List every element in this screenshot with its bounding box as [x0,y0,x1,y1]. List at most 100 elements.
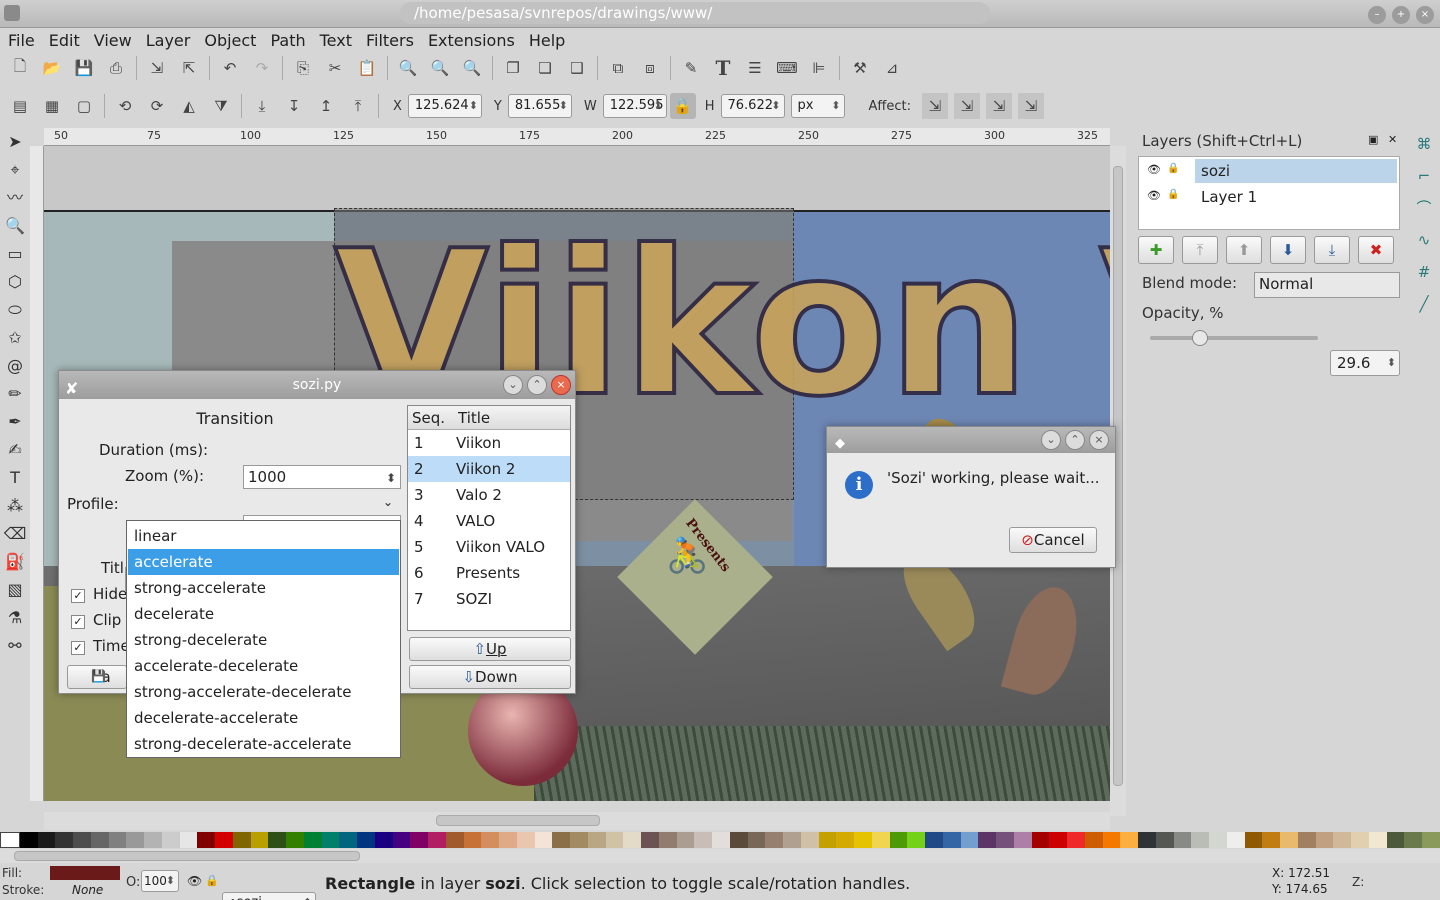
raise-to-top-icon[interactable]: ⤒ [345,93,371,119]
panel-iconify-icon[interactable]: ▣ [1368,133,1378,146]
spray-tool-icon[interactable]: ⁂ [0,492,30,520]
menu-extensions[interactable]: Extensions [428,31,515,50]
blend-mode-select[interactable]: Normal [1254,272,1400,298]
hide-checkbox[interactable]: ✓ [71,589,85,603]
stroke-value[interactable]: None [72,883,103,897]
zoom-drawing-icon[interactable]: 🔍 [427,55,453,81]
print-icon[interactable]: ⎙ [103,55,129,81]
move-gradients-icon[interactable]: ⇲ [985,93,1012,119]
scale-corners-icon[interactable]: ⇲ [953,93,980,119]
bucket-tool-icon[interactable]: ⛽ [0,548,30,576]
redo-icon[interactable]: ↷ [249,55,275,81]
palette-scrollbar[interactable] [0,849,1440,863]
new-document-icon[interactable]: 🗋 [7,55,33,81]
rotate-cw-icon[interactable]: ⟳ [144,93,170,119]
visibility-icon[interactable]: 👁 [1147,163,1161,176]
layer-row-sozi[interactable]: sozi [1195,159,1397,183]
title-column-header[interactable]: Title [458,406,490,430]
profile-option[interactable]: strong-decelerate [128,627,399,653]
select-all-icon[interactable]: ▤ [7,93,33,119]
gradient-tool-icon[interactable]: ▧ [0,576,30,604]
opacity-slider[interactable] [1150,330,1318,346]
document-properties-icon[interactable]: ⊿ [879,55,905,81]
frame-row[interactable]: 2 Viikon 2 [408,456,570,482]
pencil-tool-icon[interactable]: ✏ [0,380,30,408]
spiral-tool-icon[interactable]: @ [0,352,30,380]
calligraphy-tool-icon[interactable]: ✍ [0,436,30,464]
move-patterns-icon[interactable]: ⇲ [1017,93,1044,119]
profile-option[interactable]: accelerate-decelerate [128,653,399,679]
unlink-clone-icon[interactable]: ❑ [564,55,590,81]
import-icon[interactable]: ⇲ [144,55,170,81]
flip-vertical-icon[interactable]: ⧩ [208,93,234,119]
horizontal-scrollbar[interactable] [44,812,1110,830]
profile-dropdown[interactable]: linear accelerate strong-accelerate deceler… [126,520,401,758]
dropper-tool-icon[interactable]: ⚗ [0,604,30,632]
menu-filters[interactable]: Filters [366,31,414,50]
flip-horizontal-icon[interactable]: ◭ [176,93,202,119]
layer-row-layer1[interactable]: Layer 1 [1195,185,1397,209]
eraser-tool-icon[interactable]: ⌫ [0,520,30,548]
pen-tool-icon[interactable]: ✒ [0,408,30,436]
add-layer-button[interactable]: ✚ [1138,236,1174,264]
cancel-button[interactable]: ⊘Cancel [1009,527,1097,553]
lower-layer-button[interactable]: ⬇ [1270,236,1306,264]
layers-icon[interactable]: ☰ [742,55,768,81]
lock-icon[interactable]: 🔒 [205,874,219,887]
lower-to-bottom-button[interactable]: ⤓ [1314,236,1350,264]
snap-grid-icon[interactable]: # [1408,256,1440,288]
close-icon[interactable]: × [1089,430,1109,450]
frame-row[interactable]: 5 Viikon VALO [408,534,570,560]
export-icon[interactable]: ⇱ [176,55,202,81]
text-tool-icon[interactable]: T [0,464,30,492]
current-layer-select[interactable]: •sozi [222,892,316,900]
seq-column-header[interactable]: Seq. [412,406,445,430]
menu-view[interactable]: View [94,31,132,50]
maximize-icon[interactable]: + [1392,6,1410,24]
menu-edit[interactable]: Edit [49,31,80,50]
profile-option[interactable]: linear [128,523,399,549]
scroll-thumb[interactable] [436,815,600,826]
paste-icon[interactable]: 📋 [354,55,380,81]
profile-option[interactable]: decelerate [128,601,399,627]
tweak-tool-icon[interactable]: 〰 [0,184,30,212]
menu-path[interactable]: Path [270,31,305,50]
copy-icon[interactable]: ⎘ [290,55,316,81]
frame-row[interactable]: 4 VALO [408,508,570,534]
close-icon[interactable]: × [551,375,571,395]
up-button[interactable]: ⇧Up [409,637,571,661]
unit-select[interactable]: px [790,94,845,118]
scale-stroke-icon[interactable]: ⇲ [921,93,948,119]
layers-list[interactable]: sozi Layer 1 👁 🔒 👁 🔒 [1138,156,1400,230]
text-font-icon[interactable]: T [710,55,736,81]
3dbox-tool-icon[interactable]: ⬡ [0,268,30,296]
connector-tool-icon[interactable]: ⚯ [0,632,30,660]
duration-field[interactable]: 1000 [243,465,401,489]
ungroup-icon[interactable]: ⧈ [637,55,663,81]
frame-row[interactable]: 6 Presents [408,560,570,586]
snap-guide-icon[interactable]: ╱ [1408,288,1440,320]
color-palette[interactable] [0,832,1440,848]
rotate-ccw-icon[interactable]: ⟲ [112,93,138,119]
zoom-page-icon[interactable]: 🔍 [459,55,485,81]
xml-editor-icon[interactable]: ⌨ [774,55,800,81]
save-icon[interactable]: 💾 [71,55,97,81]
profile-option[interactable]: strong-accelerate [128,575,399,601]
lock-ratio-icon[interactable]: 🔒 [669,93,696,119]
maximize-icon[interactable]: ⌃ [1065,430,1085,450]
profile-option[interactable]: strong-accelerate-decelerate [128,679,399,705]
zoom-selection-icon[interactable]: 🔍 [395,55,421,81]
snap-enable-icon[interactable]: ⌘ [1408,128,1440,160]
frame-row[interactable]: 7 SOZI [408,586,570,612]
minimize-icon[interactable]: ⌄ [1041,430,1061,450]
snap-node-icon[interactable]: ⌒ [1408,192,1440,224]
lock-icon[interactable]: 🔒 [1167,189,1179,200]
lower-to-bottom-icon[interactable]: ⤓ [249,93,275,119]
fill-stroke-icon[interactable]: ✎ [678,55,704,81]
raise-icon[interactable]: ↥ [313,93,339,119]
cut-icon[interactable]: ✂ [322,55,348,81]
open-icon[interactable]: 📂 [39,55,65,81]
frame-row[interactable]: 1 Viikon [408,430,570,456]
fill-swatch[interactable] [50,866,120,880]
visibility-icon[interactable]: 👁 [187,874,202,888]
